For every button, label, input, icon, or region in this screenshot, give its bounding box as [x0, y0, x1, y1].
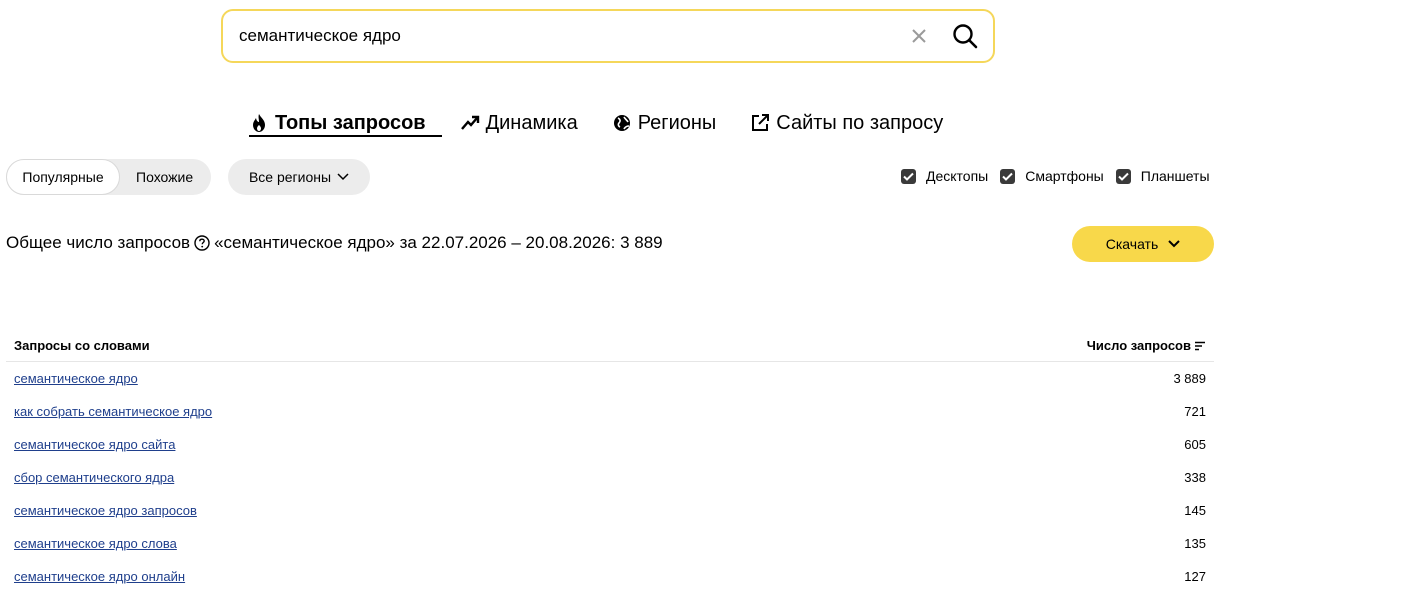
query-count: 135	[1184, 536, 1206, 551]
query-count: 338	[1184, 470, 1206, 485]
query-count: 605	[1184, 437, 1206, 452]
query-link[interactable]: семантическое ядро сайта	[6, 437, 175, 452]
download-button[interactable]: Скачать	[1072, 226, 1214, 262]
check-icon	[903, 172, 914, 181]
check-icon	[1002, 172, 1013, 181]
tab-regions[interactable]: Регионы	[612, 108, 717, 138]
device-smartphone-label: Смартфоны	[1025, 168, 1104, 184]
external-link-icon	[752, 114, 770, 131]
tab-dynamics-label: Динамика	[485, 111, 578, 134]
report-tabs: Топы запросов Динамика Регионы Сайты по …	[249, 108, 977, 138]
table-row: семантическое ядро запросов 145	[6, 494, 1214, 527]
device-tablet-label: Планшеты	[1140, 168, 1210, 184]
table-row: семантическое ядро сайта 605	[6, 428, 1214, 461]
query-count: 127	[1184, 569, 1206, 584]
search-icon[interactable]	[951, 22, 979, 50]
regions-dropdown-label: Все регионы	[248, 169, 332, 185]
tab-sites[interactable]: Сайты по запросу	[750, 108, 943, 138]
table-row: семантическое ядро 3 889	[6, 362, 1214, 395]
query-link[interactable]: семантическое ядро слова	[6, 536, 177, 551]
checkbox-desktop[interactable]	[901, 168, 916, 184]
table-row: сбор семантического ядра 338	[6, 461, 1214, 494]
segment-popular[interactable]: Популярные	[6, 159, 120, 195]
sort-icon[interactable]	[1194, 341, 1206, 351]
active-tab-underline	[249, 135, 442, 137]
header-count-label: Число запросов	[1086, 338, 1191, 353]
table-row: семантическое ядро онлайн 127	[6, 560, 1214, 593]
fire-icon	[253, 114, 265, 132]
query-count: 145	[1184, 503, 1206, 518]
checkbox-smartphone[interactable]	[1000, 168, 1016, 184]
table-row: как собрать семантическое ядро 721	[6, 395, 1214, 428]
search-bar	[221, 9, 995, 63]
regions-dropdown[interactable]: Все регионы	[228, 159, 370, 195]
query-link[interactable]: сбор семантического ядра	[6, 470, 174, 485]
check-icon	[1118, 172, 1129, 181]
clear-icon[interactable]	[909, 26, 929, 46]
query-link[interactable]: семантическое ядро запросов	[6, 503, 197, 518]
header-count[interactable]: Число запросов	[1087, 338, 1214, 353]
device-smartphone[interactable]: Смартфоны	[1000, 168, 1104, 184]
query-link[interactable]: семантическое ядро	[6, 371, 138, 386]
query-link[interactable]: как собрать семантическое ядро	[6, 404, 212, 419]
popularity-segment-control: Популярные Похожие	[6, 159, 211, 195]
table-row: семантическое ядро слова 135	[6, 527, 1214, 560]
query-link[interactable]: семантическое ядро онлайн	[6, 569, 185, 584]
globe-icon	[613, 115, 630, 131]
summary-text: «семантическое ядро» за 22.07.2026 – 20.…	[214, 233, 663, 252]
trend-up-icon	[460, 115, 479, 130]
summary-prefix: Общее число запросов	[6, 233, 191, 252]
checkbox-tablet[interactable]	[1115, 168, 1131, 184]
tab-tops-label: Топы запросов	[275, 111, 426, 134]
download-label: Скачать	[1105, 236, 1159, 252]
device-desktop-label: Десктопы	[926, 168, 989, 184]
search-input[interactable]	[237, 25, 909, 47]
device-filters: Десктопы Смартфоны Планшеты	[901, 168, 1222, 184]
query-count: 721	[1184, 404, 1206, 419]
chevron-down-icon	[1168, 240, 1180, 248]
total-requests-summary: Общее число запросов «семантическое ядро…	[6, 233, 663, 253]
tab-tops[interactable]: Топы запросов	[249, 108, 426, 138]
table-header: Запросы со словами Число запросов	[6, 330, 1214, 362]
segment-similar[interactable]: Похожие	[120, 159, 193, 195]
query-count: 3 889	[1173, 371, 1206, 386]
chevron-down-icon	[337, 173, 349, 181]
tab-sites-label: Сайты по запросу	[776, 111, 944, 134]
help-icon[interactable]	[194, 235, 210, 251]
device-desktop[interactable]: Десктопы	[901, 168, 988, 184]
tab-regions-label: Регионы	[637, 111, 717, 134]
device-tablet[interactable]: Планшеты	[1115, 168, 1210, 184]
header-words: Запросы со словами	[14, 338, 150, 353]
queries-table: Запросы со словами Число запросов семант…	[6, 330, 1214, 593]
tab-dynamics[interactable]: Динамика	[460, 108, 578, 138]
